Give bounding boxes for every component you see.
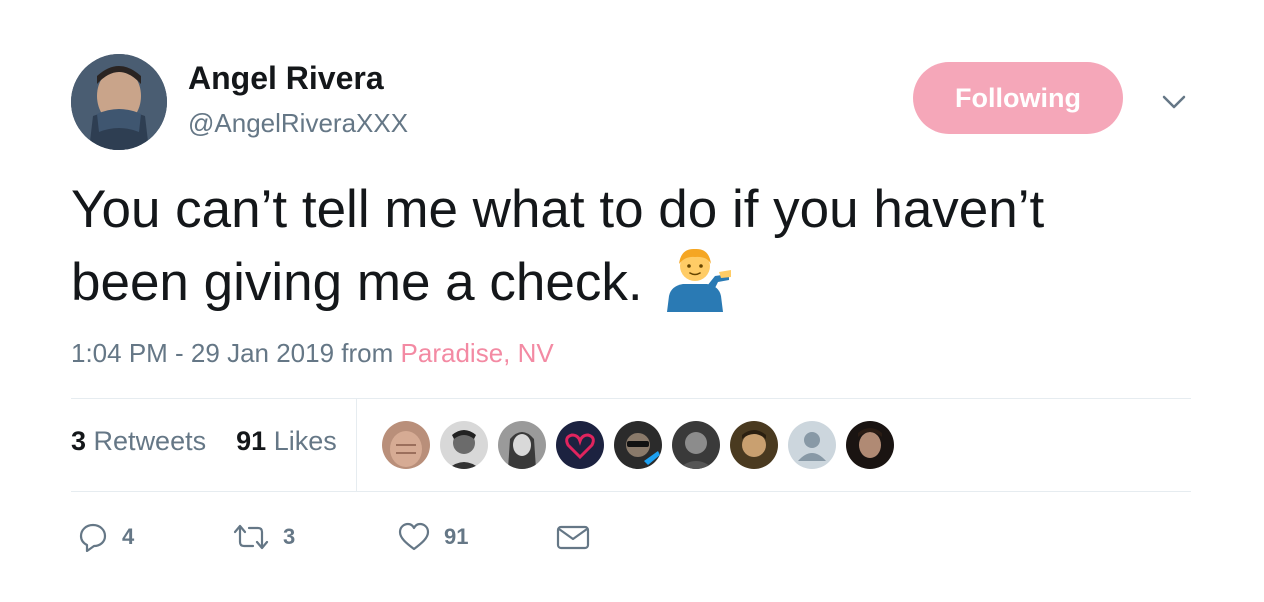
like-count: 91 bbox=[444, 524, 469, 549]
liker-avatar-8[interactable] bbox=[788, 421, 836, 469]
heart-icon bbox=[398, 522, 430, 551]
retweet-icon bbox=[233, 524, 269, 550]
envelope-icon bbox=[556, 525, 590, 550]
likers-avatars bbox=[382, 421, 904, 469]
stats-separator bbox=[356, 399, 357, 491]
likes-stat[interactable]: 91 Likes bbox=[236, 426, 337, 456]
divider-top bbox=[71, 398, 1191, 399]
tweet-text-line1: You can’t tell me what to do if you have… bbox=[71, 180, 1045, 239]
liker-avatar-7[interactable] bbox=[730, 421, 778, 469]
retweet-action[interactable]: 3 bbox=[233, 522, 295, 552]
location-link[interactable]: Paradise, NV bbox=[401, 338, 554, 368]
liker-avatar-4[interactable] bbox=[556, 421, 604, 469]
like-action[interactable]: 91 bbox=[398, 522, 468, 552]
tweet-meta: 1:04 PM - 29 Jan 2019 from Paradise, NV bbox=[71, 338, 554, 369]
reply-action[interactable]: 4 bbox=[78, 522, 134, 552]
retweets-count: 3 bbox=[71, 426, 87, 456]
tweet-text: You can’t tell me what to do if you have… bbox=[71, 176, 1191, 317]
likes-label: Likes bbox=[273, 426, 337, 456]
author-avatar[interactable] bbox=[71, 54, 167, 150]
liker-avatar-9[interactable] bbox=[846, 421, 894, 469]
likes-count: 91 bbox=[236, 426, 267, 456]
chevron-down-icon[interactable] bbox=[1160, 88, 1188, 116]
retweets-label: Retweets bbox=[93, 426, 207, 456]
liker-avatar-3[interactable] bbox=[498, 421, 546, 469]
divider-bottom bbox=[71, 491, 1191, 492]
tweet-stats: 3 Retweets 91 Likes bbox=[71, 426, 337, 457]
direct-message-action[interactable] bbox=[556, 522, 590, 552]
liker-avatar-2[interactable] bbox=[440, 421, 488, 469]
liker-avatar-1[interactable] bbox=[382, 421, 430, 469]
man-tipping-hand-emoji-icon bbox=[667, 248, 732, 312]
following-button[interactable]: Following bbox=[913, 62, 1123, 134]
reply-count: 4 bbox=[122, 524, 135, 549]
author-handle[interactable]: @AngelRiveraXXX bbox=[188, 108, 408, 139]
retweet-count: 3 bbox=[283, 524, 296, 549]
tweet-timestamp[interactable]: 1:04 PM - 29 Jan 2019 bbox=[71, 338, 334, 368]
liker-avatar-5[interactable] bbox=[614, 421, 662, 469]
reply-icon bbox=[79, 523, 107, 552]
from-text: from bbox=[341, 338, 394, 368]
liker-avatar-6[interactable] bbox=[672, 421, 720, 469]
tweet-text-line2: been giving me a check. bbox=[71, 253, 643, 312]
author-name[interactable]: Angel Rivera bbox=[188, 60, 384, 97]
retweets-stat[interactable]: 3 Retweets bbox=[71, 426, 206, 456]
